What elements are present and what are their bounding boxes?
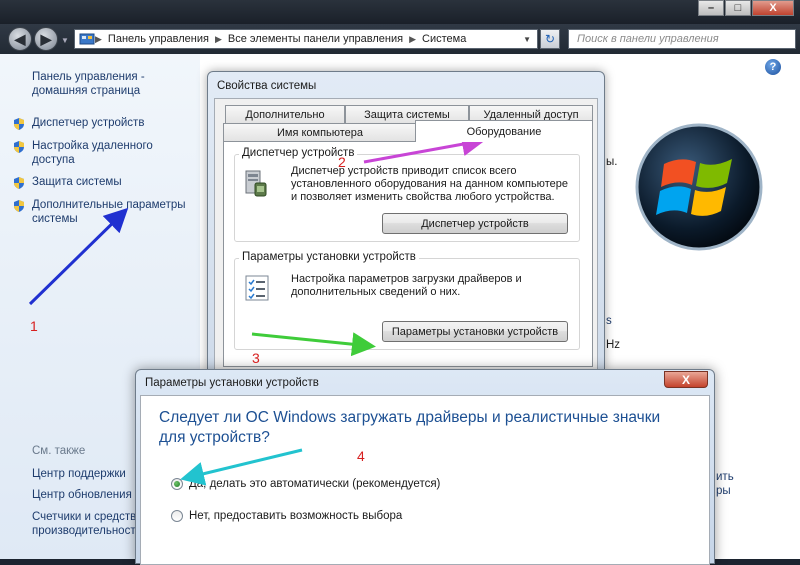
dialog-title: Параметры установки устройств: [145, 377, 319, 389]
maximize-button[interactable]: □: [725, 0, 751, 16]
group-label: Параметры установки устройств: [239, 251, 419, 263]
shield-icon: [14, 118, 24, 130]
device-manager-button[interactable]: Диспетчер устройств: [382, 213, 568, 234]
breadcrumb-separator-icon: ▶: [95, 33, 102, 44]
radio-label: Нет, предоставить возможность выбора: [189, 510, 403, 522]
radio-selected-icon[interactable]: [171, 478, 183, 490]
back-arrow-icon[interactable]: ◀: [8, 27, 32, 51]
tab-advanced[interactable]: Дополнительно: [225, 105, 345, 123]
device-install-group: Параметры установки устройств Настройка …: [234, 251, 580, 350]
partial-link[interactable]: ить: [716, 471, 734, 483]
refresh-icon[interactable]: ↻: [540, 29, 560, 49]
sidebar-item-remote-access[interactable]: Настройка удаленного доступа: [12, 139, 162, 167]
dialog-title: Свойства системы: [217, 80, 317, 92]
partial-link: s: [606, 315, 612, 327]
dialog-question: Следует ли ОС Windows загружать драйверы…: [159, 409, 661, 446]
breadcrumb-control-panel[interactable]: Панель управления: [102, 33, 215, 45]
see-also-heading: См. также: [32, 445, 86, 457]
help-icon[interactable]: ?: [765, 59, 781, 75]
sidebar-item-label: Защита системы: [32, 176, 122, 188]
annotation-number-1: 1: [30, 318, 38, 334]
sidebar-item-advanced-settings[interactable]: Дополнительные параметры системы: [12, 198, 190, 226]
tab-hardware[interactable]: Оборудование: [415, 120, 593, 142]
forward-arrow-icon[interactable]: ▶: [34, 27, 58, 51]
control-panel-icon: [79, 33, 95, 45]
address-dropdown-icon[interactable]: ▼: [523, 35, 531, 44]
radio-unselected-icon[interactable]: [171, 510, 183, 522]
radio-label: Да, делать это автоматически (рекомендуе…: [189, 478, 441, 490]
shield-icon: [14, 177, 24, 189]
device-manager-description: Диспетчер устройств приводит список всег…: [291, 165, 568, 203]
sidebar-item-label: Настройка удаленного доступа: [32, 140, 153, 166]
see-also-performance[interactable]: Счетчики и средств производительности: [32, 510, 142, 538]
device-install-description: Настройка параметров загрузки драйверов …: [291, 273, 522, 298]
shield-icon: [14, 200, 24, 212]
checklist-icon: [245, 275, 269, 301]
partial-text: ы.: [606, 156, 618, 168]
partial-text: Hz: [606, 339, 621, 351]
sidebar-item-label: Диспетчер устройств: [32, 117, 145, 129]
radio-manual[interactable]: Нет, предоставить возможность выбора: [171, 510, 402, 522]
device-installation-settings-dialog: Параметры установки устройств X Следует …: [135, 369, 715, 565]
radio-automatic[interactable]: Да, делать это автоматически (рекомендуе…: [171, 478, 440, 490]
tab-computer-name[interactable]: Имя компьютера: [223, 123, 417, 141]
breadcrumb-system[interactable]: Система: [416, 33, 472, 45]
dialog-body: Дополнительно Защита системы Удаленный д…: [214, 98, 598, 370]
search-input[interactable]: Поиск в панели управления: [568, 29, 796, 49]
breadcrumb-separator-icon: ▶: [409, 33, 417, 44]
system-properties-dialog: Свойства системы Дополнительно Защита си…: [207, 71, 605, 371]
device-manager-group: Диспетчер устройств Диспетчер устройств …: [234, 147, 580, 242]
window-controls: – □ X: [697, 0, 794, 16]
sidebar-item-system-protection[interactable]: Защита системы: [12, 175, 192, 190]
address-bar[interactable]: ▶ Панель управления ▶ Все элементы панел…: [74, 29, 538, 49]
sidebar-item-label: Дополнительные параметры системы: [32, 199, 186, 225]
annotation-number-3: 3: [252, 350, 260, 366]
window-titlebar: – □ X: [0, 0, 800, 24]
shield-icon: [14, 141, 24, 153]
close-dialog-button[interactable]: X: [664, 371, 708, 388]
minimize-button[interactable]: –: [698, 0, 724, 16]
navigation-toolbar: ◀ ▶ ▼ ▶ Панель управления ▶ Все элементы…: [0, 24, 800, 54]
breadcrumb-separator-icon: ▶: [214, 33, 222, 44]
annotation-number-4: 4: [357, 448, 365, 464]
sidebar-item-device-manager[interactable]: Диспетчер устройств: [12, 116, 192, 131]
partial-link[interactable]: ры: [716, 485, 731, 497]
device-install-settings-button[interactable]: Параметры установки устройств: [382, 321, 568, 342]
breadcrumb-all-items[interactable]: Все элементы панели управления: [222, 33, 409, 45]
dialog-body: Следует ли ОС Windows загружать драйверы…: [140, 395, 710, 565]
close-window-button[interactable]: X: [752, 0, 794, 16]
windows-logo-icon: [635, 123, 763, 251]
hardware-tab-page: Диспетчер устройств Диспетчер устройств …: [223, 141, 593, 367]
sidebar-home-link[interactable]: Панель управления - домашняя страница: [32, 70, 182, 98]
annotation-number-2: 2: [338, 154, 346, 170]
history-dropdown-icon[interactable]: ▼: [61, 36, 69, 45]
device-manager-icon: [245, 170, 267, 197]
